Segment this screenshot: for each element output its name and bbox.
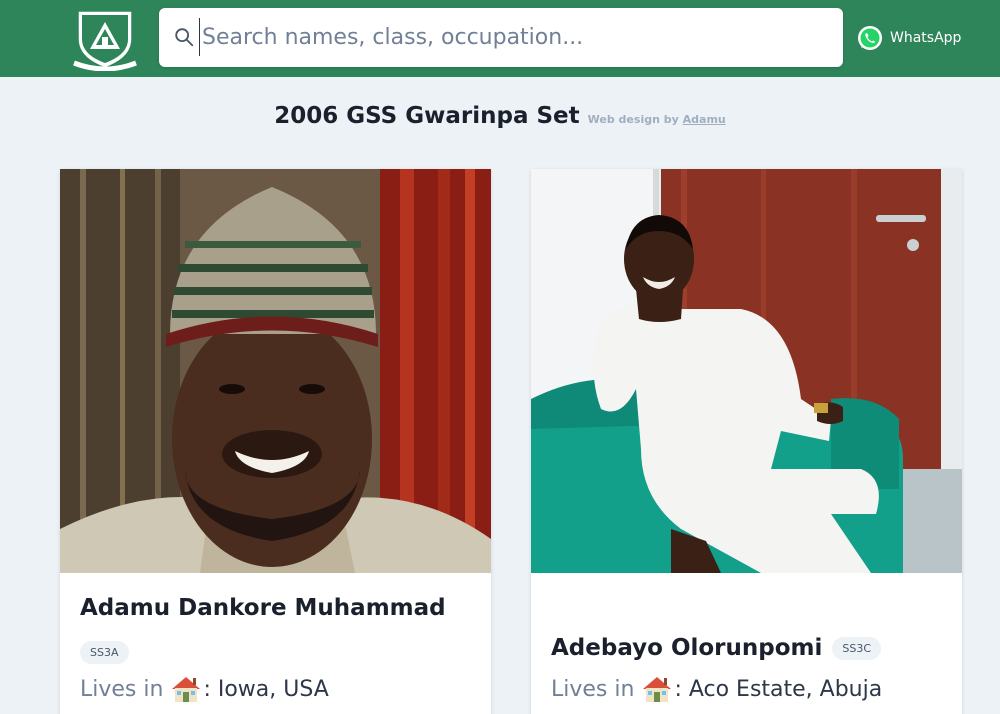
school-logo[interactable] <box>70 5 140 72</box>
profile-photo <box>60 169 491 573</box>
profile-photo <box>531 169 962 573</box>
whatsapp-label: WhatsApp <box>890 30 962 46</box>
profile-name: Adebayo Olorunpomi <box>551 635 823 661</box>
profile-name: Adamu Dankore Muhammad <box>80 595 446 621</box>
credit-link[interactable]: Adamu <box>683 113 726 126</box>
lives-in: Lives in : Aco Estate, Abuja <box>551 675 882 703</box>
design-credit: Web design by Adamu <box>588 113 726 126</box>
profile-card[interactable]: Adebayo Olorunpomi SS3C Lives in : Aco E… <box>531 169 962 714</box>
lives-label: Lives in <box>80 676 164 702</box>
profile-card[interactable]: Adamu Dankore Muhammad SS3A Lives in : I… <box>60 169 491 714</box>
class-badge: SS3C <box>832 636 882 660</box>
lives-in: Lives in : Iowa, USA <box>80 675 329 703</box>
location-text: : Iowa, USA <box>203 676 329 702</box>
credit-prefix: Web design by <box>587 113 679 126</box>
search-input[interactable] <box>199 18 819 56</box>
lives-label: Lives in <box>551 676 635 702</box>
whatsapp-icon <box>858 26 882 50</box>
search-box[interactable] <box>159 8 843 67</box>
top-header: WhatsApp <box>0 0 1000 77</box>
page-title: 2006 GSS Gwarinpa Set <box>274 103 580 129</box>
title-row: 2006 GSS Gwarinpa Set Web design by Adam… <box>0 103 1000 129</box>
house-icon <box>643 677 672 702</box>
whatsapp-link[interactable]: WhatsApp <box>856 23 961 53</box>
profile-name-row: Adebayo Olorunpomi SS3C <box>551 635 882 661</box>
house-icon <box>172 677 201 702</box>
class-badge: SS3A <box>80 641 129 664</box>
search-icon <box>175 28 194 47</box>
location-text: : Aco Estate, Abuja <box>674 676 883 702</box>
